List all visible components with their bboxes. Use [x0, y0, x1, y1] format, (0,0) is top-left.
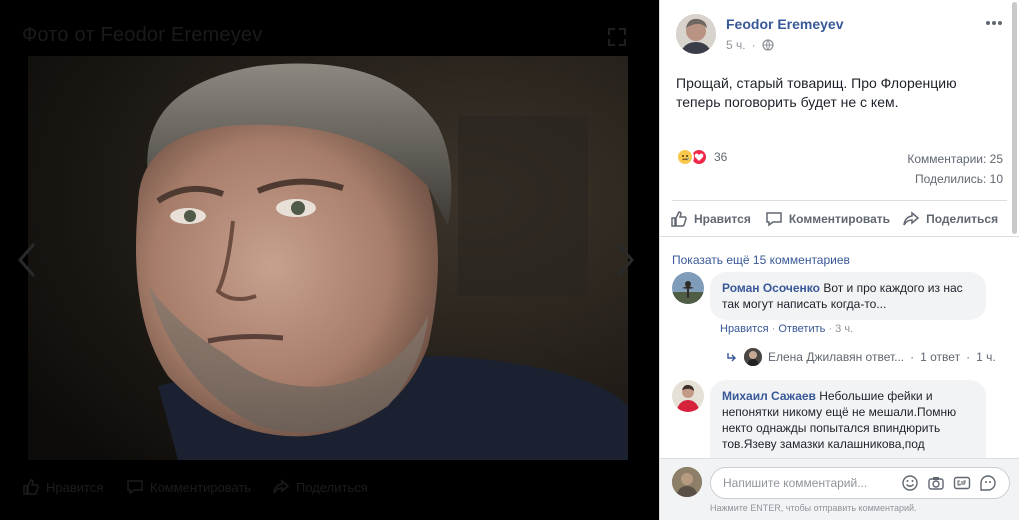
- post-meta-separator: ·: [751, 38, 756, 52]
- comment-input-placeholder: Напишите комментарий...: [723, 476, 868, 490]
- comment-input[interactable]: Напишите комментарий...: [710, 467, 1010, 499]
- portrait-photo: [28, 56, 628, 460]
- comment-avatar-image: [672, 272, 704, 304]
- globe-icon[interactable]: [761, 39, 774, 51]
- reply-time: 1 ч.: [976, 350, 996, 364]
- author-avatar-image: [676, 14, 716, 54]
- reply-count-label[interactable]: 1 ответ: [920, 350, 960, 364]
- share-icon: [273, 479, 290, 494]
- viewer-action-bar: Нравится Комментировать Поделиться: [0, 472, 659, 502]
- comment-avatar-image: [672, 380, 704, 412]
- action-divider-top: [672, 200, 1007, 201]
- comment-icon: [766, 212, 782, 227]
- comment-composer: Напишите комментарий... Нажмите ENTER, ч…: [660, 458, 1019, 520]
- comment-avatar[interactable]: [672, 272, 704, 304]
- thumbs-up-icon: [23, 479, 39, 495]
- viewer-share-label: Поделиться: [296, 479, 368, 495]
- viewer-comment-button[interactable]: Комментировать: [126, 478, 251, 496]
- reply-author-label[interactable]: Елена Джилавян ответ...: [768, 350, 904, 364]
- viewer-avatar-image: [672, 467, 702, 497]
- replies-summary[interactable]: Елена Джилавян ответ... · 1 ответ · 1 ч.: [726, 348, 996, 366]
- gif-icon[interactable]: [953, 474, 971, 492]
- prev-photo-icon[interactable]: [16, 240, 38, 280]
- share-icon: [903, 211, 920, 226]
- comment-actions: Нравится · Ответить · 3 ч.: [720, 323, 853, 335]
- comment-bubble: Михаил Сажаев Небольшие фейки и непонятк…: [710, 380, 986, 470]
- post-action-bar: Нравится Комментировать Поделиться: [660, 204, 1019, 234]
- show-more-comments-link[interactable]: Показать ещё 15 комментариев: [672, 253, 850, 267]
- comment-label: Комментировать: [788, 212, 891, 226]
- more-options-icon[interactable]: [984, 16, 1004, 30]
- shares-count-link[interactable]: Поделились: 10: [915, 172, 1003, 186]
- comment-author[interactable]: Михаил Сажаев: [722, 389, 816, 403]
- camera-icon[interactable]: [927, 474, 945, 492]
- post-author-name[interactable]: Feodor Eremeyev: [726, 16, 844, 32]
- viewer-comment-label: Комментировать: [150, 479, 252, 495]
- next-photo-icon[interactable]: [614, 240, 636, 280]
- like-label: Нравится: [694, 212, 751, 226]
- comment-author[interactable]: Роман Осоченко: [722, 281, 820, 295]
- comment-like-link[interactable]: Нравится: [720, 323, 769, 335]
- portrait-illustration: [28, 56, 628, 460]
- viewer-share-button[interactable]: Поделиться: [272, 478, 368, 496]
- emoji-icon[interactable]: [901, 474, 919, 492]
- thumbs-up-icon: [671, 211, 687, 227]
- post-time[interactable]: 5 ч.: [726, 38, 746, 52]
- share-button[interactable]: Поделиться: [902, 204, 998, 234]
- enter-hint: Нажмите ENTER, чтобы отправить комментар…: [710, 503, 917, 513]
- comment-avatar[interactable]: [672, 380, 704, 412]
- comments-count-link[interactable]: Комментарии: 25: [907, 152, 1003, 166]
- action-divider-bottom: [660, 236, 1019, 237]
- photo-theater: Фото от Feodor Eremeyev Нравится Коммент…: [0, 0, 1019, 520]
- post-text: Прощай, старый товарищ. Про Флоренцию те…: [676, 75, 957, 110]
- post-panel: Feodor Eremeyev 5 ч. · Прощай, старый то…: [659, 0, 1019, 520]
- viewer-avatar[interactable]: [672, 467, 702, 497]
- comment-button[interactable]: Комментировать: [765, 204, 890, 234]
- sad-reaction-icon: [676, 148, 694, 166]
- comment-icon: [127, 480, 143, 495]
- reply-separator: ·: [910, 350, 915, 364]
- viewer-title: Фото от Feodor Eremeyev: [22, 24, 263, 46]
- share-label: Поделиться: [926, 212, 999, 226]
- photo-viewer: Фото от Feodor Eremeyev Нравится Коммент…: [0, 0, 659, 520]
- reply-separator: ·: [966, 350, 971, 364]
- author-avatar[interactable]: [676, 14, 716, 54]
- reaction-count: 36: [714, 150, 728, 164]
- like-button[interactable]: Нравится: [670, 204, 751, 234]
- viewer-like-button[interactable]: Нравится: [22, 478, 103, 496]
- sticker-icon[interactable]: [979, 474, 997, 492]
- reply-arrow-icon: [727, 353, 736, 362]
- comment-bubble: Роман Осоченко Вот и про каждого из нас …: [710, 272, 986, 320]
- reply-author-avatar: [744, 348, 762, 366]
- comment-reply-link[interactable]: Ответить: [778, 323, 825, 335]
- viewer-like-label: Нравится: [46, 479, 104, 495]
- post-meta: 5 ч. ·: [726, 38, 774, 52]
- comments-section: Показать ещё 15 комментариев Роман Осоче…: [660, 238, 1019, 470]
- comment-time[interactable]: 3 ч.: [835, 323, 853, 335]
- panel-scrollbar[interactable]: [1012, 2, 1017, 234]
- fullscreen-icon[interactable]: [606, 26, 628, 48]
- reactions-summary[interactable]: 36: [676, 148, 727, 166]
